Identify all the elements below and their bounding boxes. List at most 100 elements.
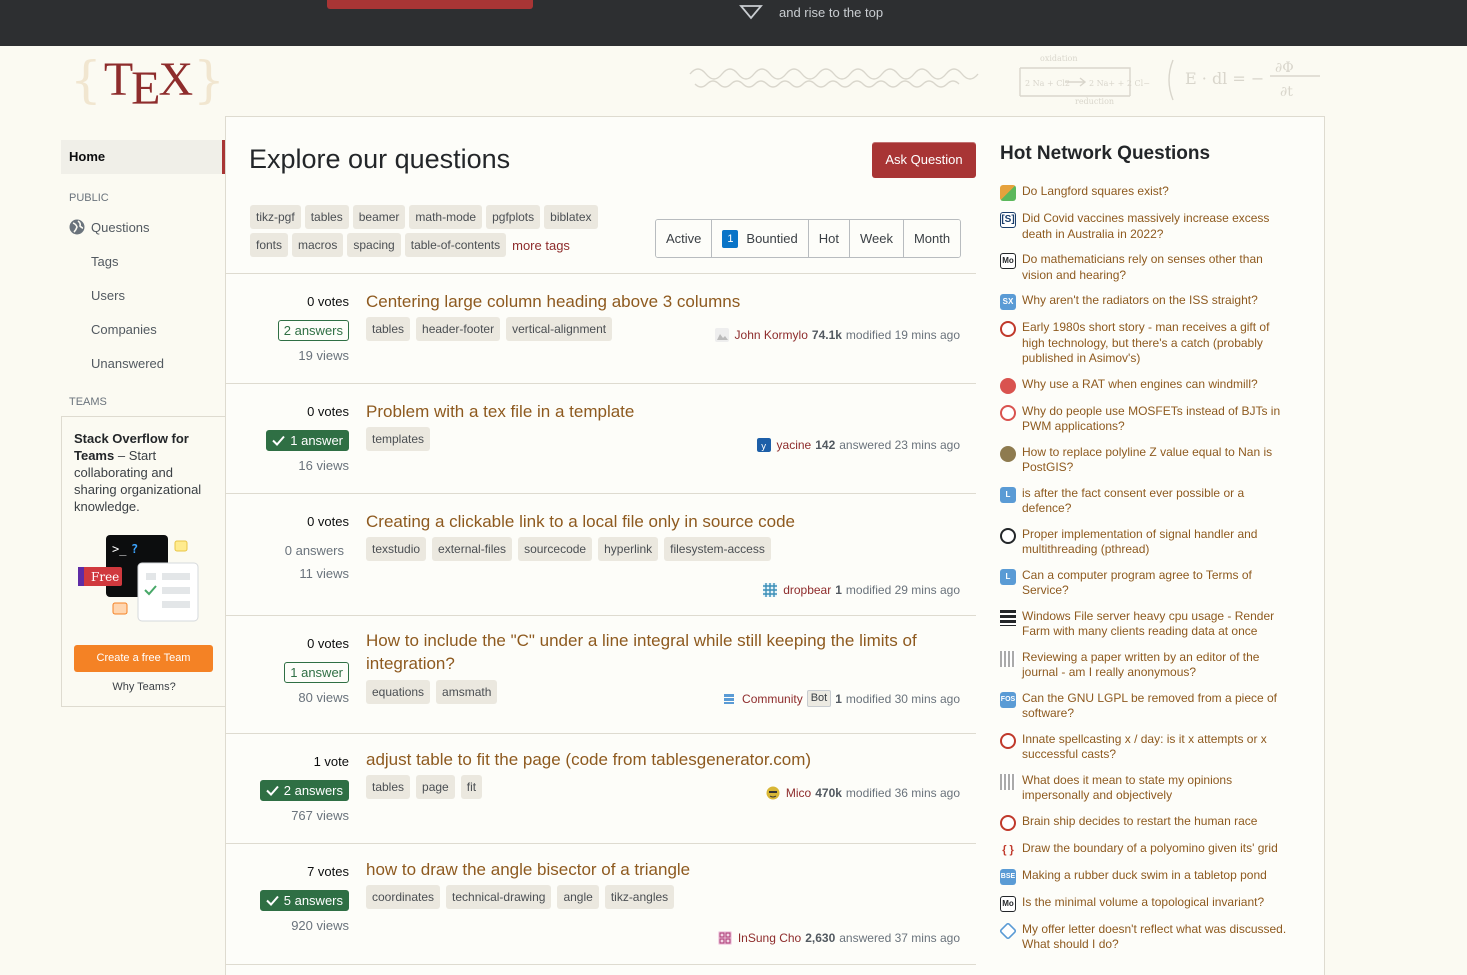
- hot-question-link[interactable]: Why aren't the radiators on the ISS stra…: [1022, 293, 1258, 309]
- hot-question-link[interactable]: Making a rubber duck swim in a tabletop …: [1022, 868, 1267, 884]
- question-title-link[interactable]: adjust table to fit the page (code from …: [366, 748, 946, 771]
- create-free-team-button[interactable]: Create a free Team: [74, 645, 213, 672]
- tag-table-of-contents[interactable]: table-of-contents: [404, 233, 507, 257]
- hot-question-link[interactable]: Why do people use MOSFETs instead of BJT…: [1022, 404, 1295, 435]
- filter-bountied[interactable]: 1 Bountied: [712, 220, 809, 257]
- filter-active[interactable]: Active: [656, 220, 713, 257]
- question-title-link[interactable]: Centering large column heading above 3 c…: [366, 290, 946, 313]
- tag-tables[interactable]: tables: [304, 205, 349, 229]
- hot-question-link[interactable]: Reviewing a paper written by an editor o…: [1022, 650, 1295, 681]
- question-summary: 7 votes 5 answers 920 views how to draw …: [226, 843, 976, 965]
- view-count: 11 views: [299, 566, 349, 581]
- hot-question-link[interactable]: Draw the boundary of a polyomino given i…: [1022, 841, 1278, 857]
- more-tags-link[interactable]: more tags: [512, 238, 570, 253]
- tag-beamer[interactable]: beamer: [352, 205, 406, 229]
- filter-week[interactable]: Week: [849, 220, 904, 257]
- user-avatar[interactable]: y: [756, 438, 771, 452]
- hot-question-link[interactable]: Early 1980s short story - man receives a…: [1022, 320, 1295, 367]
- mathoverflow-icon: Mo: [1000, 895, 1016, 912]
- user-avatar[interactable]: [766, 786, 780, 800]
- ask-question-button[interactable]: Ask Question: [872, 142, 976, 178]
- question-tag[interactable]: tikz-angles: [604, 885, 675, 909]
- user-name-link[interactable]: Community: [742, 692, 803, 706]
- nav-questions[interactable]: Questions: [61, 210, 225, 244]
- tag-macros[interactable]: macros: [292, 233, 344, 257]
- question-tag[interactable]: tables: [366, 775, 411, 799]
- serverfault-icon: [1000, 609, 1016, 626]
- tag-tikz-pgf[interactable]: tikz-pgf: [250, 205, 301, 229]
- question-tag[interactable]: tables: [366, 317, 411, 341]
- community-avatar-icon[interactable]: [722, 692, 736, 706]
- question-tag[interactable]: filesystem-access: [664, 537, 771, 561]
- question-tag[interactable]: header-footer: [416, 317, 501, 341]
- user-name-link[interactable]: dropbear: [783, 583, 831, 597]
- hot-question-link[interactable]: My offer letter doesn't reflect what was…: [1022, 922, 1295, 953]
- question-title-link[interactable]: Creating a clickable link to a local fil…: [366, 510, 946, 533]
- question-tag[interactable]: vertical-alignment: [506, 317, 613, 341]
- question-tag[interactable]: fit: [460, 775, 483, 799]
- hot-question-link[interactable]: How to replace polyline Z value equal to…: [1022, 445, 1295, 476]
- user-avatar[interactable]: [717, 931, 732, 945]
- user-name-link[interactable]: Mico: [786, 786, 811, 800]
- user-name-link[interactable]: John Kormylo: [735, 328, 808, 342]
- tag-spacing[interactable]: spacing: [347, 233, 401, 257]
- filter-hot[interactable]: Hot: [808, 220, 850, 257]
- hot-question-link[interactable]: Can the GNU LGPL be removed from a piece…: [1022, 691, 1295, 722]
- question-tag[interactable]: external-files: [432, 537, 513, 561]
- hot-question-link[interactable]: Why use a RAT when engines can windmill?: [1022, 377, 1258, 393]
- question-title-link[interactable]: how to draw the angle bisector of a tria…: [366, 858, 946, 881]
- vote-count: 1 vote: [313, 754, 349, 769]
- hot-question-link[interactable]: Windows File server heavy cpu usage - Re…: [1022, 609, 1295, 640]
- nav-companies[interactable]: Companies: [61, 312, 225, 346]
- svg-text:Free: Free: [91, 570, 119, 584]
- answer-count: 1 answer: [284, 662, 349, 683]
- mathoverflow-icon: Mo: [1000, 253, 1016, 269]
- user-name-link[interactable]: InSung Cho: [738, 931, 801, 945]
- question-tag[interactable]: hyperlink: [598, 537, 659, 561]
- question-tag[interactable]: page: [416, 775, 455, 799]
- hot-question-item: Mo Do mathematicians rely on senses other…: [1000, 252, 1295, 283]
- question-tag[interactable]: angle: [557, 885, 599, 909]
- question-tag[interactable]: coordinates: [366, 885, 441, 909]
- question-meta: Community Bot 1 modified 30 mins ago: [722, 690, 960, 707]
- logo-brace-left-icon: {: [70, 51, 102, 109]
- question-tag[interactable]: texstudio: [366, 537, 427, 561]
- tag-biblatex[interactable]: biblatex: [544, 205, 598, 229]
- hot-question-link[interactable]: Did Covid vaccines massively increase ex…: [1022, 211, 1295, 242]
- question-tag[interactable]: equations: [366, 680, 431, 704]
- hot-question-link[interactable]: Innate spellcasting x / day: is it x att…: [1022, 732, 1295, 763]
- hot-question-link[interactable]: Do Langford squares exist?: [1022, 184, 1169, 200]
- hot-question-link[interactable]: Proper implementation of signal handler …: [1022, 527, 1295, 558]
- tag-fonts[interactable]: fonts: [250, 233, 289, 257]
- nav-users[interactable]: Users: [61, 278, 225, 312]
- hot-question-link[interactable]: Can a computer program agree to Terms of…: [1022, 568, 1295, 599]
- question-tag[interactable]: amsmath: [436, 680, 498, 704]
- hot-question-link[interactable]: is after the fact consent ever possible …: [1022, 486, 1295, 517]
- why-teams-link[interactable]: Why Teams?: [62, 681, 226, 693]
- site-logo[interactable]: { TEX }: [70, 51, 225, 115]
- hot-question-link[interactable]: Brain ship decides to restart the human …: [1022, 814, 1257, 830]
- hot-question-link[interactable]: Do mathematicians rely on senses other t…: [1022, 252, 1295, 283]
- view-count: 19 views: [298, 348, 349, 363]
- tag-pgfplots[interactable]: pgfplots: [486, 205, 541, 229]
- question-tag[interactable]: sourcecode: [518, 537, 593, 561]
- nav-home[interactable]: Home: [61, 140, 225, 174]
- nav-unanswered[interactable]: Unanswered: [61, 346, 225, 380]
- hot-question-link[interactable]: What does it mean to state my opinions i…: [1022, 773, 1295, 804]
- banner-button[interactable]: [327, 0, 533, 9]
- filter-month[interactable]: Month: [903, 220, 961, 257]
- question-meta: Mico 470k modified 36 mins ago: [766, 786, 960, 800]
- user-name-link[interactable]: yacine: [777, 438, 812, 452]
- logo-text: TEX: [103, 53, 193, 115]
- question-tag[interactable]: technical-drawing: [446, 885, 552, 909]
- nav-tags[interactable]: Tags: [61, 244, 225, 278]
- question-tag[interactable]: templates: [366, 427, 431, 451]
- hot-question-link[interactable]: Is the minimal volume a topological inva…: [1022, 895, 1264, 911]
- academia-icon: [1000, 650, 1016, 667]
- user-avatar[interactable]: [763, 583, 778, 597]
- user-avatar[interactable]: [714, 328, 729, 342]
- question-title-link[interactable]: How to include the "C" under a line inte…: [366, 629, 946, 675]
- question-title-link[interactable]: Problem with a tex file in a template: [366, 400, 946, 423]
- tag-math-mode[interactable]: math-mode: [409, 205, 483, 229]
- teams-promo: Stack Overflow for Teams – Start collabo…: [61, 416, 225, 707]
